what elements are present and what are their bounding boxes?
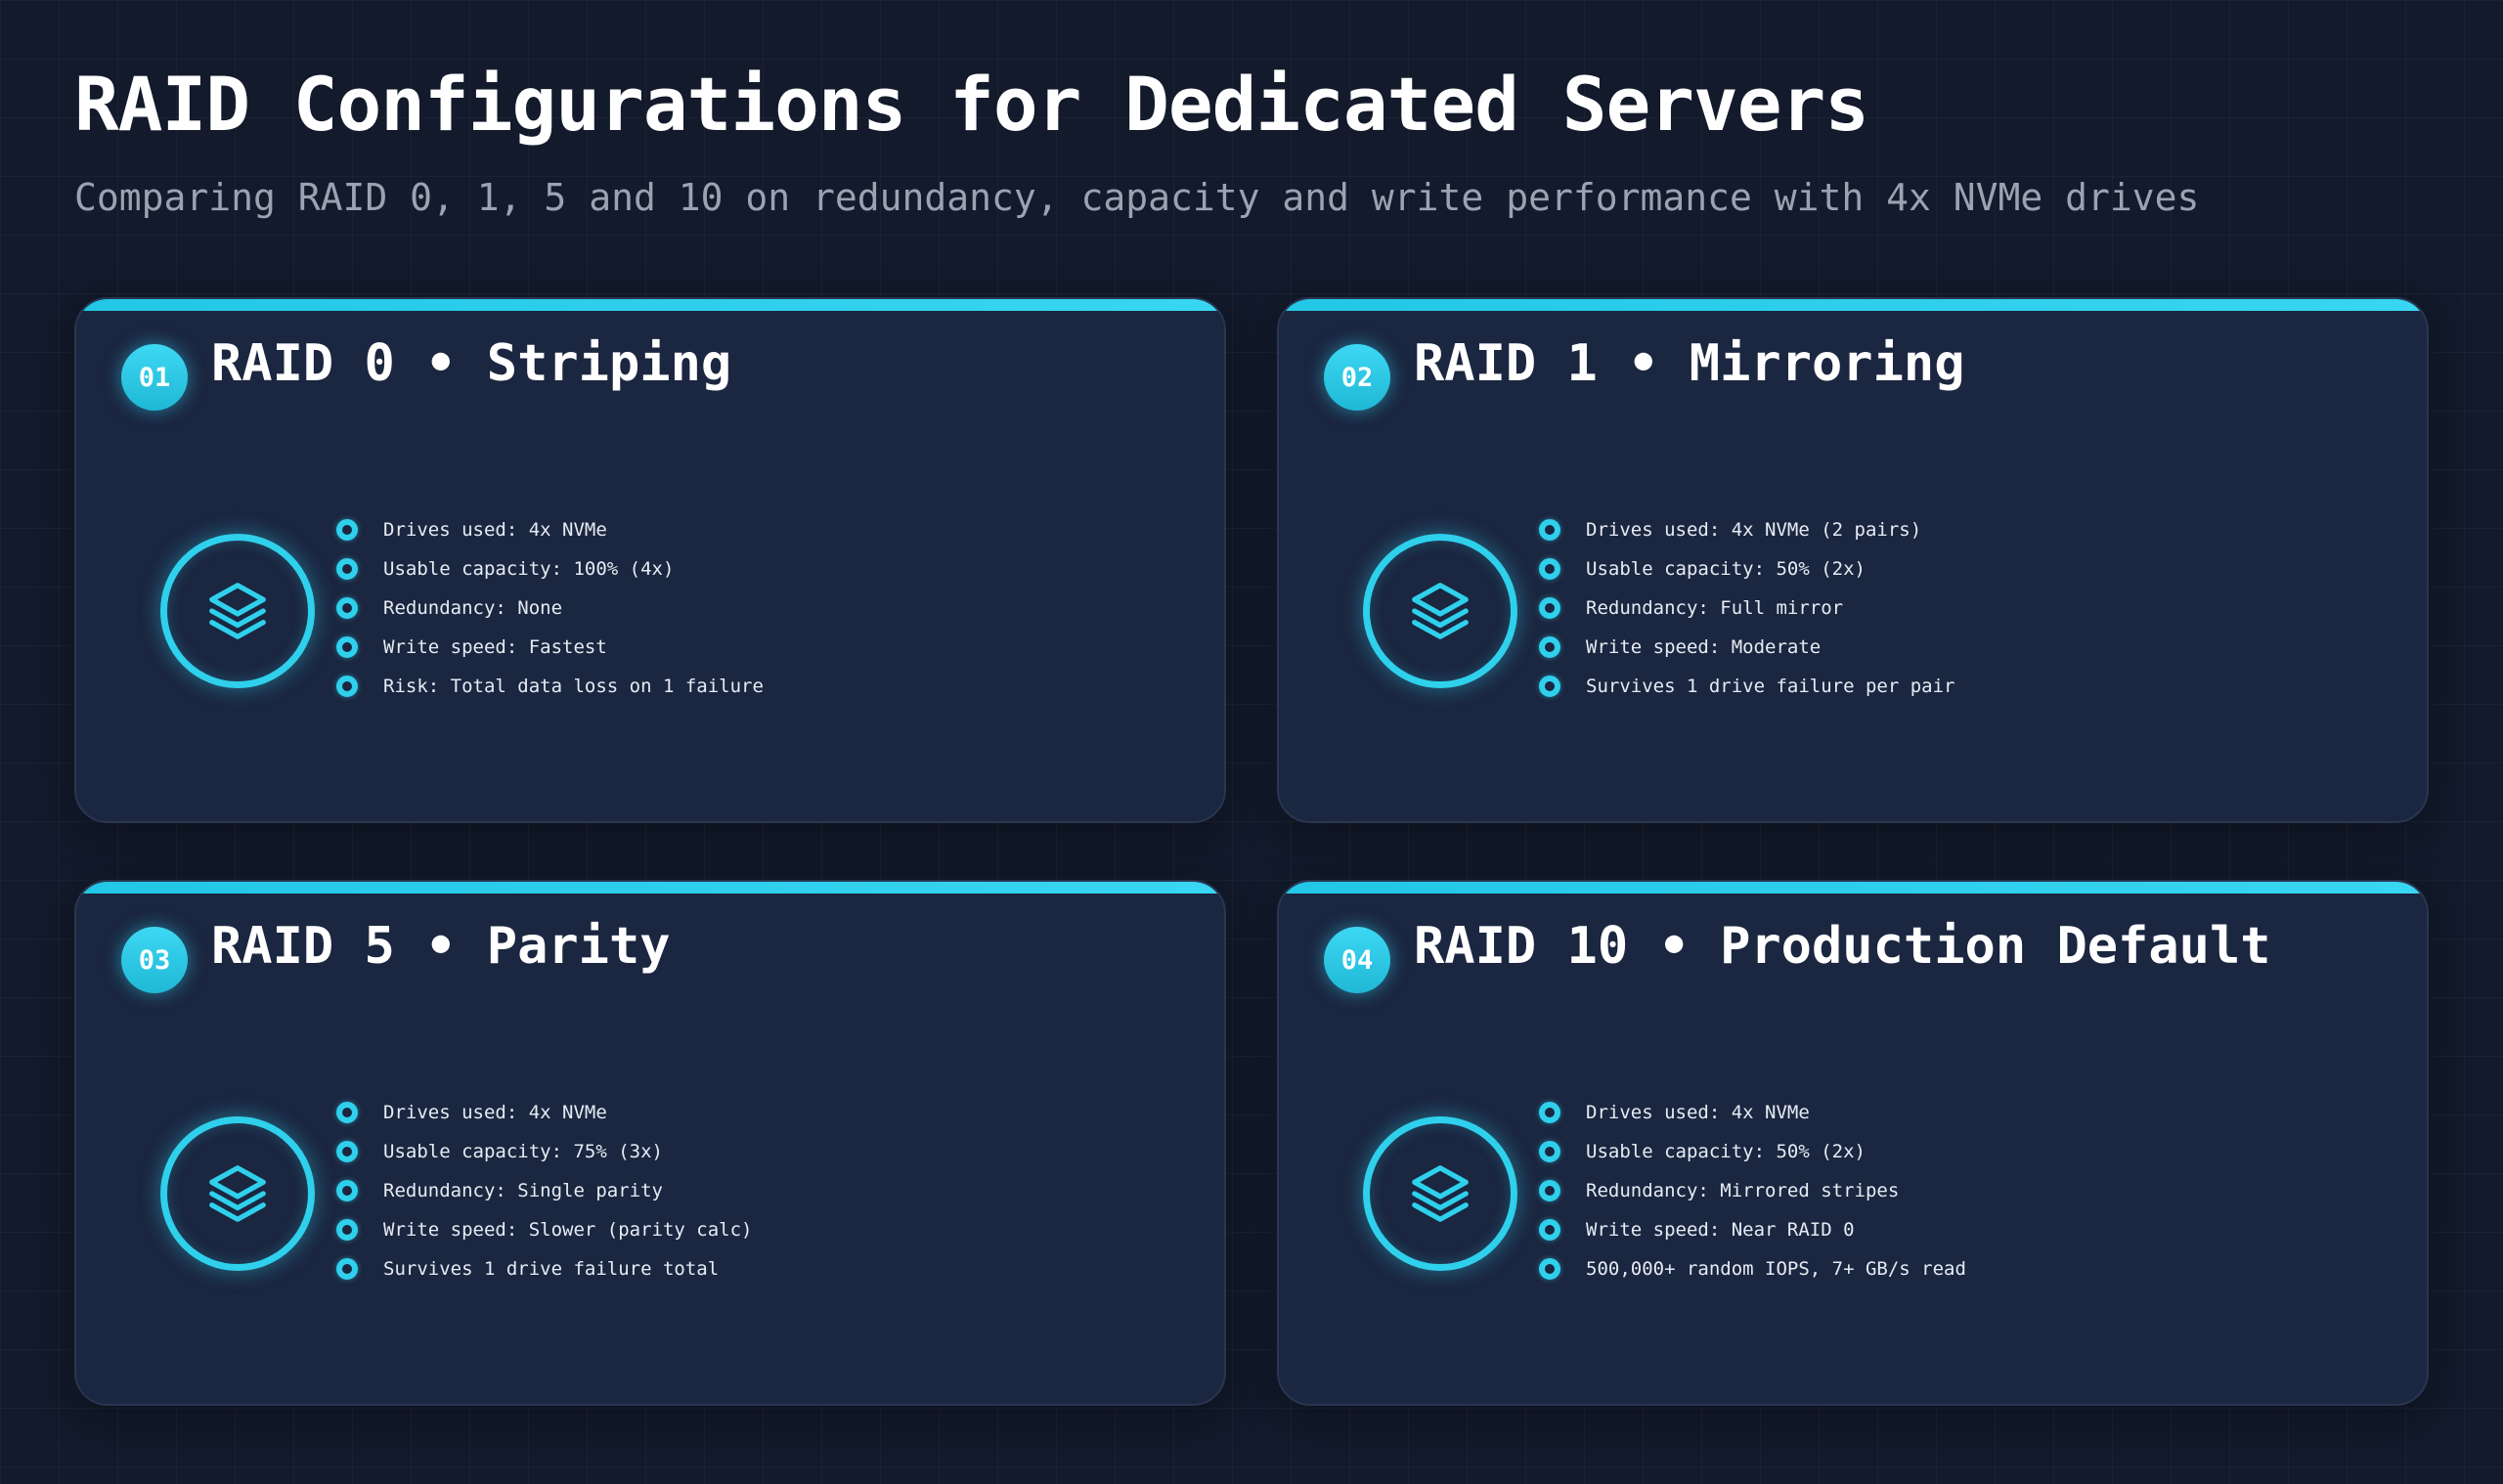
bullet-icon [336,1141,358,1162]
raid-card-grid: 01 RAID 0 • Striping Drives used: 4x NVM… [74,297,2429,1412]
bullet-icon [1539,597,1560,619]
card-title: RAID 10 • Production Default [1414,917,2271,976]
list-item-text: Survives 1 drive failure total [383,1258,720,1280]
raid-card-1: 02 RAID 1 • Mirroring Drives used: 4x NV… [1277,297,2429,823]
list-item: Redundancy: Mirrored stripes [1539,1171,1966,1210]
bullet-icon [336,1180,358,1201]
list-item: Write speed: Near RAID 0 [1539,1210,1966,1249]
layers-icon [1363,1116,1517,1271]
raid-card-2: 03 RAID 5 • Parity Drives used: 4x NVMe … [74,880,1226,1406]
list-item: 500,000+ random IOPS, 7+ GB/s read [1539,1249,1966,1288]
list-item: Drives used: 4x NVMe [336,1093,753,1132]
list-item: Write speed: Slower (parity calc) [336,1210,753,1249]
bullet-icon [336,1219,358,1241]
list-item-text: 500,000+ random IOPS, 7+ GB/s read [1586,1258,1966,1280]
layers-glyph [1412,1165,1469,1222]
bullet-icon [1539,1219,1560,1241]
card-feature-list: Drives used: 4x NVMe Usable capacity: 10… [336,510,764,706]
bullet-icon [336,558,358,580]
list-item-text: Write speed: Near RAID 0 [1586,1219,1855,1241]
list-item-text: Drives used: 4x NVMe [383,519,607,541]
bullet-icon [1539,1180,1560,1201]
list-item: Risk: Total data loss on 1 failure [336,667,764,706]
card-title: RAID 1 • Mirroring [1414,334,1965,393]
layers-glyph [1412,583,1469,639]
list-item: Usable capacity: 100% (4x) [336,549,764,589]
bullet-icon [336,519,358,541]
bullet-icon [1539,636,1560,658]
list-item-text: Write speed: Fastest [383,636,607,658]
card-accent-bar [76,299,1224,311]
list-item: Write speed: Moderate [1539,628,1955,667]
list-item: Write speed: Fastest [336,628,764,667]
list-item-text: Survives 1 drive failure per pair [1586,676,1955,697]
list-item: Usable capacity: 75% (3x) [336,1132,753,1171]
bullet-icon [1539,558,1560,580]
layers-icon [1363,534,1517,688]
bullet-icon [1539,676,1560,697]
list-item: Redundancy: Single parity [336,1171,753,1210]
card-title: RAID 5 • Parity [211,917,671,976]
bullet-icon [1539,1258,1560,1280]
list-item: Survives 1 drive failure per pair [1539,667,1955,706]
list-item: Usable capacity: 50% (2x) [1539,1132,1966,1171]
card-number-badge: 02 [1324,344,1390,411]
bullet-icon [1539,1102,1560,1123]
list-item: Drives used: 4x NVMe [336,510,764,549]
list-item-text: Redundancy: Mirrored stripes [1586,1180,1900,1201]
list-item: Survives 1 drive failure total [336,1249,753,1288]
layers-glyph [209,1165,266,1222]
bullet-icon [1539,519,1560,541]
bullet-icon [336,1258,358,1280]
list-item-text: Write speed: Slower (parity calc) [383,1219,753,1241]
list-item-text: Risk: Total data loss on 1 failure [383,676,764,697]
list-item-text: Redundancy: Single parity [383,1180,663,1201]
bullet-icon [336,676,358,697]
list-item-text: Usable capacity: 75% (3x) [383,1141,663,1162]
layers-icon [160,534,315,688]
list-item-text: Drives used: 4x NVMe [1586,1102,1810,1123]
list-item: Usable capacity: 50% (2x) [1539,549,1955,589]
card-number-badge: 03 [121,927,188,993]
bullet-icon [1539,1141,1560,1162]
list-item-text: Usable capacity: 100% (4x) [383,558,675,580]
card-accent-bar [1279,299,2427,311]
list-item-text: Redundancy: Full mirror [1586,597,1844,619]
bullet-icon [336,1102,358,1123]
layers-glyph [209,583,266,639]
card-feature-list: Drives used: 4x NVMe (2 pairs) Usable ca… [1539,510,1955,706]
list-item: Drives used: 4x NVMe (2 pairs) [1539,510,1955,549]
list-item-text: Drives used: 4x NVMe (2 pairs) [1586,519,1922,541]
card-accent-bar [76,882,1224,894]
list-item-text: Write speed: Moderate [1586,636,1822,658]
card-feature-list: Drives used: 4x NVMe Usable capacity: 75… [336,1093,753,1288]
card-accent-bar [1279,882,2427,894]
bullet-icon [336,636,358,658]
list-item: Redundancy: Full mirror [1539,589,1955,628]
list-item-text: Usable capacity: 50% (2x) [1586,1141,1866,1162]
card-feature-list: Drives used: 4x NVMe Usable capacity: 50… [1539,1093,1966,1288]
raid-card-0: 01 RAID 0 • Striping Drives used: 4x NVM… [74,297,1226,823]
list-item-text: Drives used: 4x NVMe [383,1102,607,1123]
card-number-badge: 01 [121,344,188,411]
card-title: RAID 0 • Striping [211,334,732,393]
list-item: Redundancy: None [336,589,764,628]
raid-card-3: 04 RAID 10 • Production Default Drives u… [1277,880,2429,1406]
list-item-text: Usable capacity: 50% (2x) [1586,558,1866,580]
layers-icon [160,1116,315,1271]
card-number-badge: 04 [1324,927,1390,993]
page-subtitle: Comparing RAID 0, 1, 5 and 10 on redunda… [74,176,2200,219]
bullet-icon [336,597,358,619]
list-item: Drives used: 4x NVMe [1539,1093,1966,1132]
list-item-text: Redundancy: None [383,597,563,619]
page-title: RAID Configurations for Dedicated Server… [74,61,1869,148]
